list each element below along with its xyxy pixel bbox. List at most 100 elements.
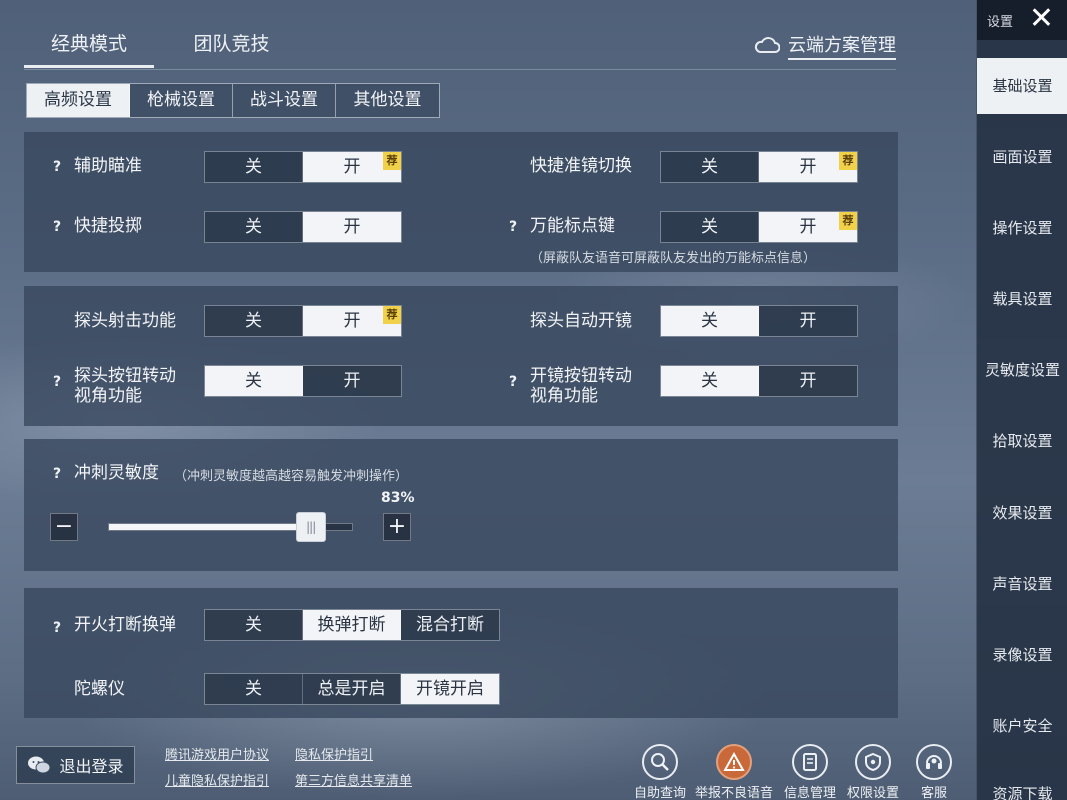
peek-rotate-on-button[interactable]: 开: [303, 366, 401, 396]
universal-marker-toggle: 关 开荐: [660, 211, 858, 243]
settings-sidebar: 设置 ✕ 基础设置 画面设置 操作设置 载具设置 灵敏度设置 拾取设置 效果设置…: [976, 0, 1067, 800]
settings-sub-tabs: 高频设置 枪械设置 战斗设置 其他设置: [26, 83, 440, 118]
tab-team-deathmatch[interactable]: 团队竞技: [169, 22, 294, 68]
gyro-off-button[interactable]: 关: [205, 674, 303, 704]
fire-interrupt-mixed-button[interactable]: 混合打断: [401, 610, 499, 640]
mode-tabs: 经典模式 团队竞技 云端方案管理: [24, 22, 896, 70]
sprint-increase-button[interactable]: +: [383, 513, 411, 541]
tab-weapon[interactable]: 枪械设置: [130, 84, 233, 117]
quick-scope-label: 快捷准镜切换: [530, 156, 632, 176]
report-voice-label: 举报不良语音: [694, 786, 773, 800]
aim-assist-on-button[interactable]: 开荐: [303, 152, 401, 182]
help-icon[interactable]: ?: [509, 219, 517, 235]
shield-icon[interactable]: [855, 744, 891, 780]
fire-interrupt-off-button[interactable]: 关: [205, 610, 303, 640]
recommended-badge: 荐: [839, 212, 857, 230]
quick-scope-on-label: 开: [799, 157, 817, 177]
gyro-always-on-button[interactable]: 总是开启: [303, 674, 401, 704]
fire-interrupt-reload-button[interactable]: 换弹打断: [303, 610, 401, 640]
peek-fire-on-label: 开: [343, 311, 361, 331]
logout-label: 退出登录: [59, 757, 124, 776]
help-icon[interactable]: ?: [53, 219, 61, 235]
close-icon[interactable]: ✕: [1029, 4, 1054, 34]
document-icon[interactable]: [792, 744, 828, 780]
gyro-label: 陀螺仪: [74, 679, 125, 699]
help-icon[interactable]: ?: [53, 620, 61, 636]
help-icon[interactable]: ?: [53, 466, 61, 482]
sidebar-item-graphics[interactable]: 画面设置: [977, 129, 1067, 185]
sidebar-item-controls[interactable]: 操作设置: [977, 200, 1067, 256]
sprint-sensitivity-value: 83%: [381, 490, 415, 506]
sidebar-item-pickup[interactable]: 拾取设置: [977, 413, 1067, 469]
recommended-badge: 荐: [383, 306, 401, 324]
universal-marker-off-button[interactable]: 关: [661, 212, 759, 242]
tab-combat[interactable]: 战斗设置: [233, 84, 336, 117]
fire-interrupt-label: 开火打断换弹: [74, 615, 176, 635]
scope-rotate-off-button[interactable]: 关: [661, 366, 759, 396]
sprint-slider-track[interactable]: |||: [108, 512, 353, 542]
peek-fire-off-button[interactable]: 关: [205, 306, 303, 336]
help-icon[interactable]: ?: [509, 374, 517, 390]
recommended-badge: 荐: [383, 152, 401, 170]
customer-service-label: 客服: [920, 786, 947, 800]
peek-rotate-label-2: 视角功能: [74, 386, 142, 406]
cloud-icon: [754, 37, 780, 53]
sidebar-item-sensitivity[interactable]: 灵敏度设置: [977, 342, 1067, 398]
sprint-sensitivity-note: （冲刺灵敏度越高越容易触发冲刺操作）: [174, 469, 409, 484]
search-icon[interactable]: [642, 744, 678, 780]
child-privacy-link[interactable]: 儿童隐私保护指引: [165, 770, 269, 789]
peek-auto-scope-off-button[interactable]: 关: [661, 306, 759, 336]
quick-throw-on-button[interactable]: 开: [303, 212, 401, 242]
user-agreement-link[interactable]: 腾讯游戏用户协议: [165, 744, 269, 763]
sidebar-item-basic[interactable]: 基础设置: [977, 58, 1067, 114]
cloud-plan-label: 云端方案管理: [788, 31, 896, 60]
sidebar-item-effects[interactable]: 效果设置: [977, 485, 1067, 541]
logout-button[interactable]: 退出登录: [16, 746, 135, 784]
peek-auto-scope-toggle: 关 开: [660, 305, 858, 337]
recommended-badge: 荐: [839, 152, 857, 170]
help-icon[interactable]: ?: [53, 374, 61, 390]
quick-scope-off-button[interactable]: 关: [661, 152, 759, 182]
sidebar-item-download[interactable]: 资源下载: [977, 766, 1067, 800]
tab-classic-mode[interactable]: 经典模式: [24, 22, 154, 68]
quick-scope-on-button[interactable]: 开荐: [759, 152, 857, 182]
panel-aim-throw: ? 辅助瞄准 关 开荐 快捷准镜切换 关 开荐 ? 快捷投掷 关 开 ? 万能标…: [24, 132, 898, 272]
peek-fire-on-button[interactable]: 开荐: [303, 306, 401, 336]
aim-assist-off-button[interactable]: 关: [205, 152, 303, 182]
tab-high-frequency[interactable]: 高频设置: [27, 84, 130, 117]
bottom-bar: 退出登录 腾讯游戏用户协议 隐私保护指引 儿童隐私保护指引 第三方信息共享清单 …: [0, 730, 976, 800]
sprint-slider-thumb[interactable]: |||: [295, 512, 326, 542]
gyro-selector: 关 总是开启 开镜开启: [204, 673, 500, 705]
quick-throw-toggle: 关 开: [204, 211, 402, 243]
sprint-sensitivity-label: 冲刺灵敏度: [74, 463, 159, 483]
sprint-decrease-button[interactable]: −: [50, 513, 78, 541]
peek-rotate-off-button[interactable]: 关: [205, 366, 303, 396]
sidebar-header: 设置 ✕: [977, 0, 1067, 40]
headset-icon[interactable]: [916, 744, 952, 780]
self-service-label: 自助查询: [633, 786, 686, 800]
privacy-guide-link[interactable]: 隐私保护指引: [295, 744, 373, 763]
wechat-icon: [28, 756, 51, 774]
sidebar-item-replay[interactable]: 录像设置: [977, 627, 1067, 683]
peek-fire-label: 探头射击功能: [74, 311, 176, 331]
scope-rotate-label-2: 视角功能: [530, 386, 598, 406]
quick-throw-off-button[interactable]: 关: [205, 212, 303, 242]
tab-other[interactable]: 其他设置: [336, 84, 439, 117]
cloud-plan-manager[interactable]: 云端方案管理: [754, 31, 896, 60]
sidebar-item-account[interactable]: 账户安全: [977, 698, 1067, 754]
peek-auto-scope-on-button[interactable]: 开: [759, 306, 857, 336]
universal-marker-on-button[interactable]: 开荐: [759, 212, 857, 242]
peek-auto-scope-label: 探头自动开镜: [530, 311, 632, 331]
panel-peek: 探头射击功能 关 开荐 探头自动开镜 关 开 ? 探头按钮转动 视角功能 关 开…: [24, 286, 898, 426]
peek-rotate-label-1: 探头按钮转动: [74, 366, 176, 386]
panel-sprint-sensitivity: ? 冲刺灵敏度 （冲刺灵敏度越高越容易触发冲刺操作） 83% − ||| +: [24, 439, 898, 571]
scope-rotate-on-button[interactable]: 开: [759, 366, 857, 396]
sidebar-item-sound[interactable]: 声音设置: [977, 556, 1067, 612]
gyro-scope-on-button[interactable]: 开镜开启: [401, 674, 499, 704]
third-party-sharing-link[interactable]: 第三方信息共享清单: [295, 770, 412, 789]
aim-assist-label: 辅助瞄准: [74, 156, 142, 176]
help-icon[interactable]: ?: [53, 159, 61, 175]
sidebar-item-vehicle[interactable]: 载具设置: [977, 271, 1067, 327]
peek-fire-toggle: 关 开荐: [204, 305, 402, 337]
warning-icon[interactable]: [716, 744, 752, 780]
